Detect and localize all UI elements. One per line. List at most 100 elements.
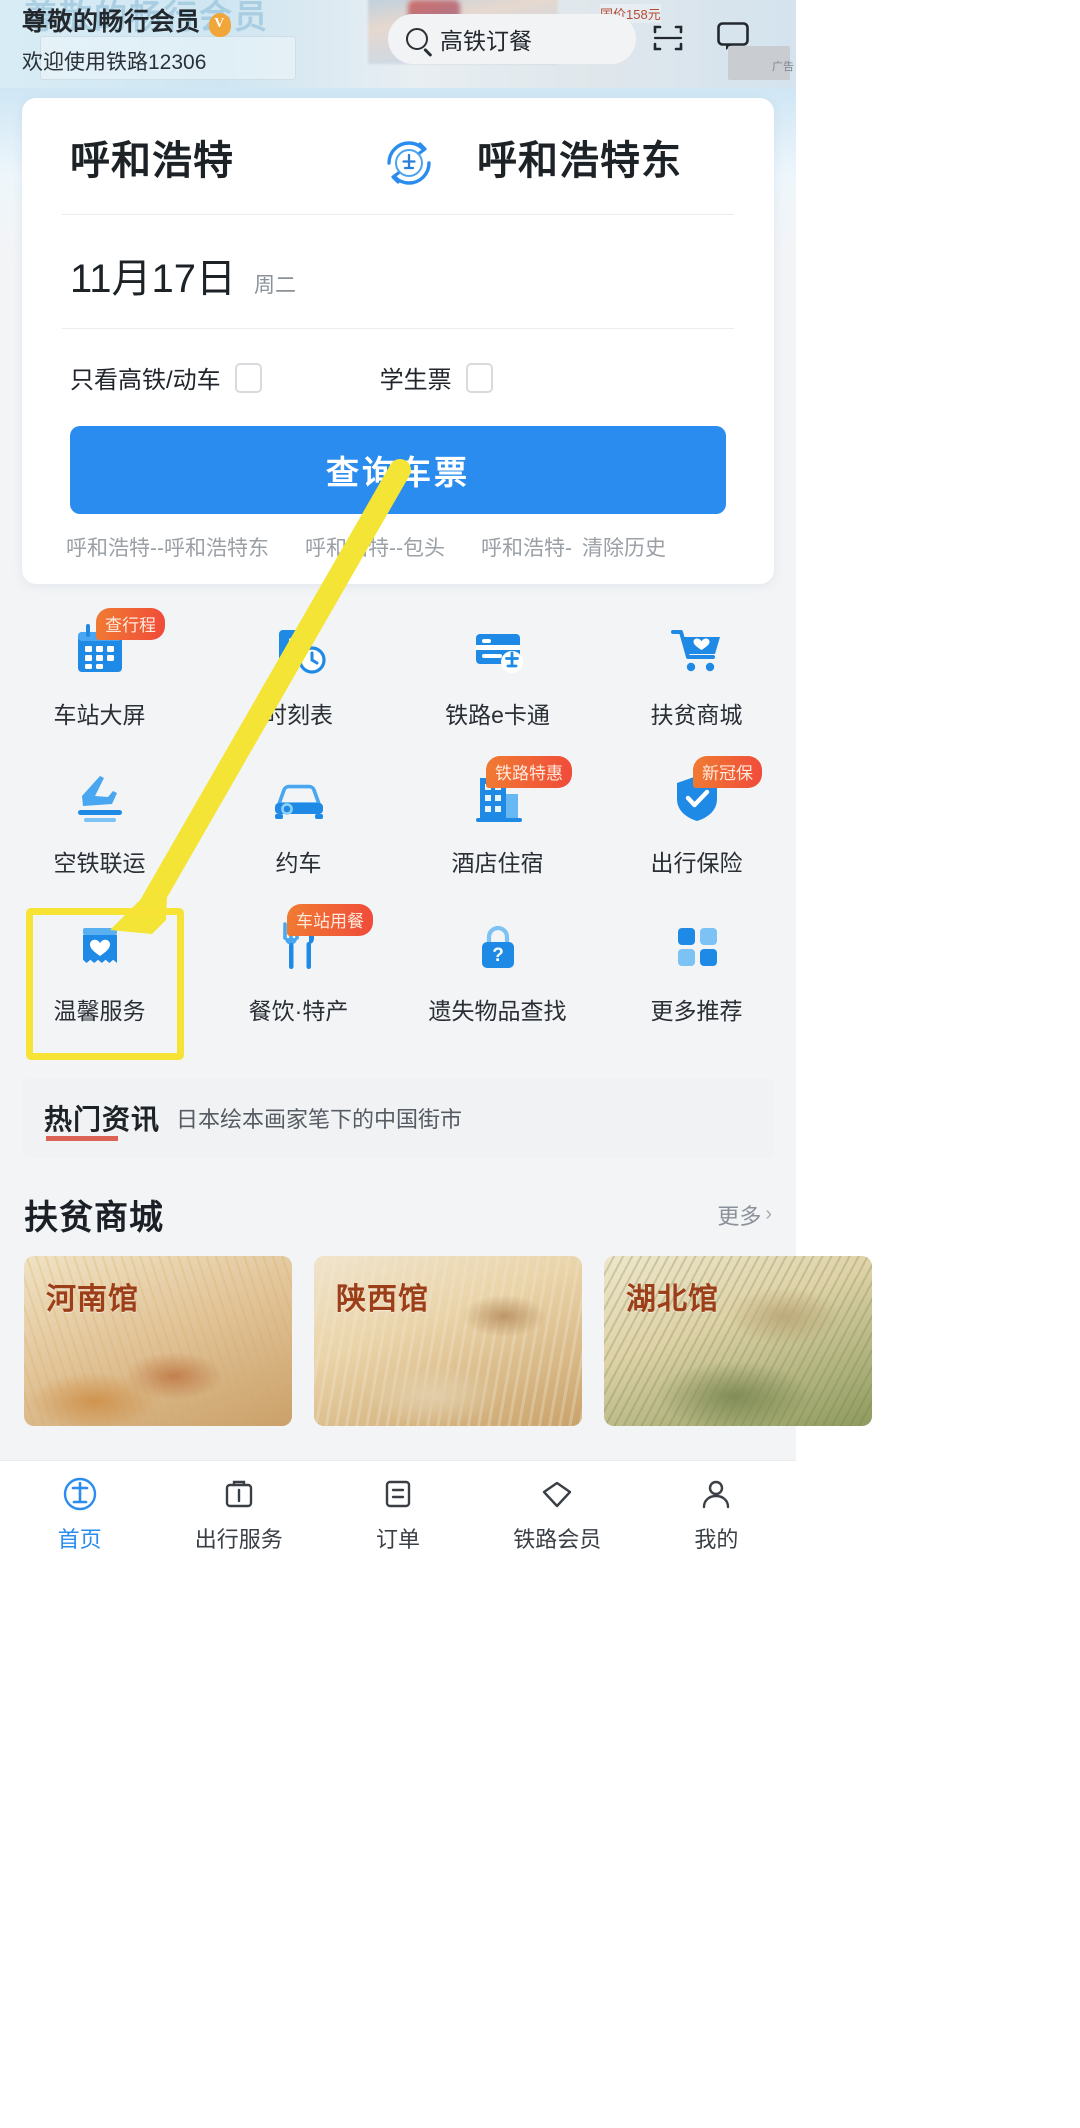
history-item-1[interactable]: 呼和浩特--呼和浩特东: [66, 532, 269, 562]
grid-item-book-car[interactable]: 约车: [199, 754, 398, 902]
ticket-options: 只看高铁/动车 学生票: [70, 360, 493, 395]
mall-more-label: 更多: [717, 1203, 762, 1229]
grid-item-dining[interactable]: 车站用餐 餐饮·特产: [199, 902, 398, 1050]
tab-label-member: 铁路会员: [513, 1526, 602, 1552]
history-item-3[interactable]: 呼和浩特-: [481, 532, 572, 562]
rail-card-icon: [475, 634, 523, 673]
grid-item-lost-found[interactable]: ? 遗失物品查找: [398, 902, 597, 1050]
grid-item-air-rail[interactable]: 空铁联运: [0, 754, 199, 902]
mall-card-henan[interactable]: 河南馆: [24, 1256, 292, 1426]
clear-history-button[interactable]: 清除历史: [582, 532, 666, 562]
grid-label-lost-found: 遗失物品查找: [428, 998, 567, 1024]
tab-profile[interactable]: 我的: [637, 1476, 796, 1554]
tab-home[interactable]: 首页: [0, 1476, 159, 1554]
option-student-ticket[interactable]: 学生票: [380, 360, 493, 395]
more-grid-icon: [677, 928, 717, 966]
option-high-speed-only[interactable]: 只看高铁/动车: [70, 360, 262, 395]
grid-label-station-screen: 车站大屏: [53, 702, 146, 728]
date-selector[interactable]: 11月17日 周二: [70, 246, 296, 304]
search-icon: [406, 28, 428, 50]
shopping-cart-icon: [670, 630, 720, 672]
grid-label-warm-service: 温馨服务: [53, 998, 146, 1024]
grid-item-insurance[interactable]: 新冠保 出行保险: [597, 754, 796, 902]
mall-card-label-hubei: 湖北馆: [626, 1283, 719, 1316]
top-banner: 尊敬的畅行会员 国价158元 尊敬的畅行会员 V 欢迎使用铁路12306 高铁订餐…: [0, 0, 796, 88]
grid-item-station-screen[interactable]: 查行程 车站大屏: [0, 606, 199, 754]
grid-label-hotel: 酒店住宿: [451, 850, 544, 876]
tab-label-profile: 我的: [694, 1526, 739, 1552]
card-divider-2: [62, 328, 734, 329]
station-swap-icon[interactable]: [380, 134, 438, 192]
grid-label-rail-card: 铁路e卡通: [445, 702, 550, 728]
search-history: 呼和浩特--呼和浩特东 呼和浩特--包头 呼和浩特- 清除历史: [66, 532, 756, 562]
profile-icon: [703, 1480, 730, 1508]
grid-label-dining: 餐饮·特产: [248, 998, 349, 1024]
tab-label-orders: 订单: [376, 1526, 421, 1552]
badge-check-trip: 查行程: [96, 608, 165, 640]
badge-station-dining: 车站用餐: [287, 904, 373, 936]
tab-label-home: 首页: [57, 1526, 102, 1552]
welcome-subtitle: 欢迎使用铁路12306: [22, 51, 207, 74]
grid-item-more[interactable]: 更多推荐: [597, 902, 796, 1050]
orders-icon: [385, 1480, 411, 1507]
service-grid: 查行程 车站大屏 时刻表 铁路e卡通 扶贫商城 空铁联运 约车 铁路特惠 酒店住…: [0, 606, 796, 1050]
grid-item-timetable[interactable]: 时刻表: [199, 606, 398, 754]
member-gem-icon: [543, 1481, 572, 1507]
banner-ad-label: 广告: [772, 61, 794, 73]
grid-label-air-rail: 空铁联运: [53, 850, 146, 876]
mall-card-list: 河南馆 陕西馆 湖北馆: [24, 1256, 872, 1426]
vip-badge-icon: V: [208, 13, 231, 37]
grid-item-poverty-mall[interactable]: 扶贫商城: [597, 606, 796, 754]
timetable-clock-icon: [278, 630, 326, 674]
car-icon: [274, 784, 323, 819]
air-rail-icon: [77, 776, 122, 822]
services-icon: [225, 1480, 252, 1507]
grid-item-warm-service[interactable]: 温馨服务: [0, 902, 199, 1050]
travel-date: 11月17日: [70, 257, 237, 301]
warm-service-icon: [82, 928, 117, 963]
grid-label-more: 更多推荐: [650, 998, 743, 1024]
svg-text:?: ?: [492, 945, 504, 966]
home-rail-icon: [63, 1477, 96, 1510]
option-student-checkbox[interactable]: [465, 362, 493, 393]
ticket-search-card: 呼和浩特 呼和浩特东 11月17日 周二 只看高铁/动车 学生票 查询车票 呼和…: [22, 98, 774, 584]
member-greeting: 尊敬的畅行会员 V: [22, 2, 231, 38]
tab-orders[interactable]: 订单: [318, 1476, 477, 1554]
option-high-speed-label: 只看高铁/动车: [70, 367, 221, 394]
grid-item-rail-card[interactable]: 铁路e卡通: [398, 606, 597, 754]
option-high-speed-checkbox[interactable]: [234, 362, 262, 393]
lost-found-lock-icon: ?: [481, 925, 514, 968]
scan-icon[interactable]: [652, 22, 684, 54]
mall-header: 扶贫商城 更多 ›: [24, 1190, 772, 1239]
grid-label-insurance: 出行保险: [650, 850, 743, 876]
mall-card-hubei[interactable]: 湖北馆: [604, 1256, 872, 1426]
badge-covid-insurance: 新冠保: [693, 756, 762, 788]
mall-more-button[interactable]: 更多 ›: [717, 1199, 772, 1231]
hot-news-headline[interactable]: 日本绘本画家笔下的中国街市: [176, 1102, 462, 1134]
mall-card-shaanxi[interactable]: 陕西馆: [314, 1256, 582, 1426]
grid-label-timetable: 时刻表: [264, 702, 333, 728]
search-input[interactable]: 高铁订餐: [388, 14, 636, 64]
grid-item-hotel[interactable]: 铁路特惠 酒店住宿: [398, 754, 597, 902]
card-divider-1: [62, 214, 734, 215]
tab-member[interactable]: 铁路会员: [478, 1476, 637, 1554]
history-item-2[interactable]: 呼和浩特--包头: [305, 532, 445, 562]
tab-travel-services[interactable]: 出行服务: [159, 1476, 318, 1554]
hot-news-bar[interactable]: 热门资讯 日本绘本画家笔下的中国街市: [22, 1078, 774, 1158]
badge-rail-discount: 铁路特惠: [486, 756, 572, 788]
to-station[interactable]: 呼和浩特东: [477, 128, 682, 186]
search-placeholder: 高铁订餐: [440, 28, 532, 54]
mall-title: 扶贫商城: [24, 1199, 164, 1237]
grid-label-book-car: 约车: [275, 850, 322, 876]
mall-card-label-shaanxi: 陕西馆: [336, 1283, 429, 1316]
member-greeting-text: 尊敬的畅行会员: [22, 8, 201, 36]
app-root: 尊敬的畅行会员 国价158元 尊敬的畅行会员 V 欢迎使用铁路12306 高铁订餐…: [0, 0, 872, 1568]
travel-weekday: 周二: [254, 274, 297, 297]
chevron-right-icon: ›: [765, 1203, 772, 1225]
bottom-tab-bar: 首页 出行服务 订单 铁路会员 我的: [0, 1460, 796, 1568]
grid-label-poverty-mall: 扶贫商城: [650, 702, 743, 728]
mall-card-label-henan: 河南馆: [46, 1283, 139, 1316]
from-station[interactable]: 呼和浩特: [70, 128, 234, 186]
hot-news-tag: 热门资讯: [44, 1098, 160, 1141]
query-tickets-button[interactable]: 查询车票: [70, 426, 726, 514]
